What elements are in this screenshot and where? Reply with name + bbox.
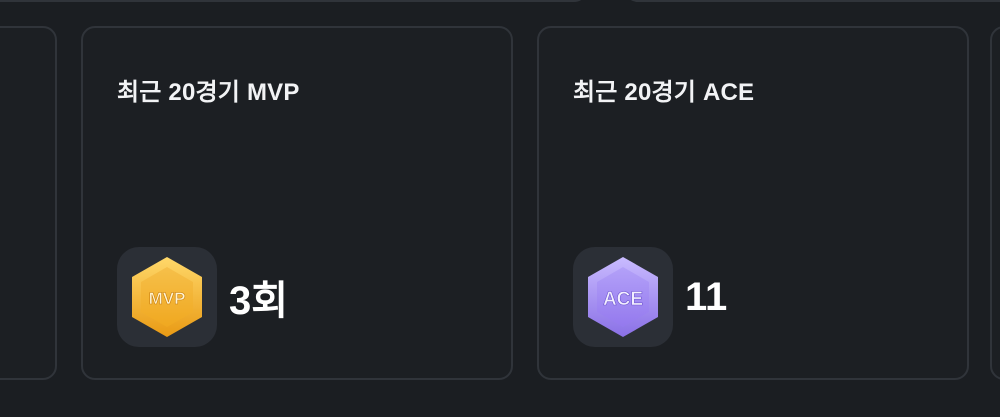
mvp-badge-icon: MVP bbox=[132, 257, 202, 337]
ace-badge-container: ACE bbox=[573, 247, 673, 347]
stat-card-partial-left[interactable] bbox=[0, 26, 57, 380]
ace-badge-icon: ACE bbox=[588, 257, 658, 337]
ace-stat-card[interactable]: 최근 20경기 ACE ACE 11 bbox=[537, 26, 969, 380]
ace-badge-label: ACE bbox=[603, 289, 643, 310]
stats-panel: 최근 20경기 MVP MVP 3회 최근 20경기 ACE ACE 11 bbox=[0, 0, 1000, 417]
mvp-stat: MVP 3회 bbox=[117, 247, 288, 347]
mvp-badge-label: MVP bbox=[149, 289, 186, 308]
top-card-partial-right bbox=[624, 0, 1000, 2]
top-card-partial-left bbox=[0, 0, 588, 2]
mvp-card-title: 최근 20경기 MVP bbox=[117, 79, 300, 106]
mvp-stat-card[interactable]: 최근 20경기 MVP MVP 3회 bbox=[81, 26, 513, 380]
stat-card-partial-right[interactable] bbox=[990, 26, 1000, 380]
mvp-count: 3회 bbox=[229, 279, 289, 323]
mvp-badge-container: MVP bbox=[117, 247, 217, 347]
ace-card-title: 최근 20경기 ACE bbox=[573, 79, 755, 106]
ace-count: 11 bbox=[685, 274, 728, 319]
ace-stat: ACE 11 bbox=[573, 247, 727, 347]
